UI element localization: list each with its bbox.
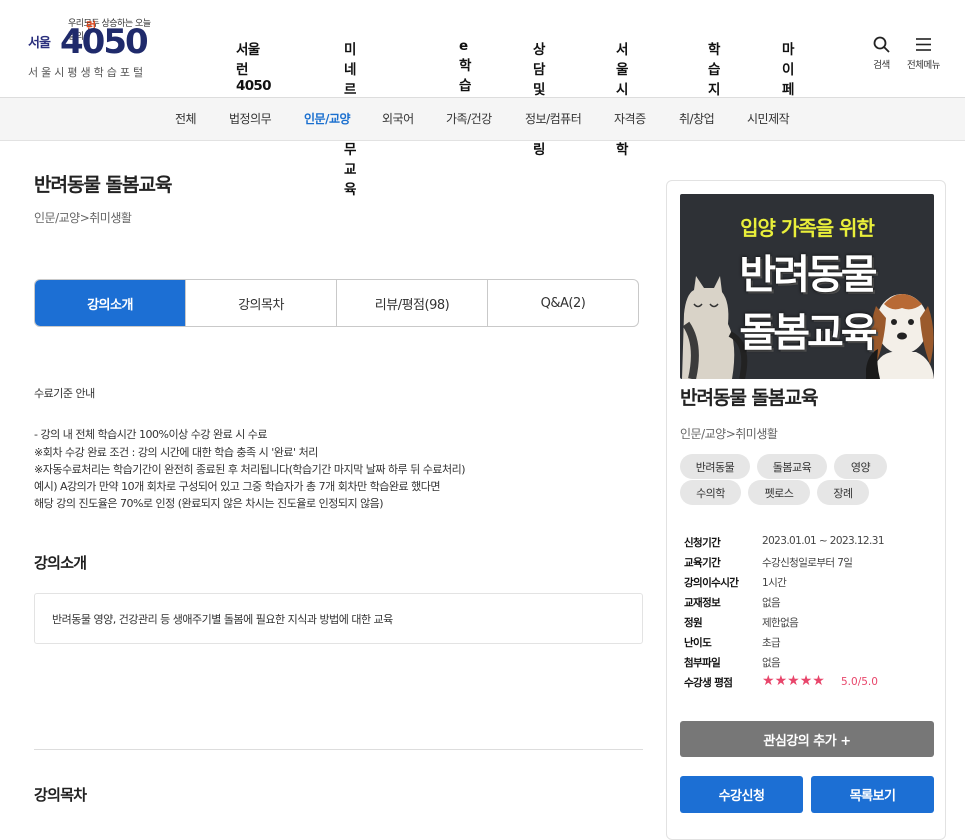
info-label: 강의이수시간: [684, 577, 739, 589]
course-tabs: 강의소개 강의목차 리뷰/평점(98) Q&A(2): [34, 279, 639, 327]
search-icon: [873, 36, 890, 53]
category-certificate[interactable]: 자격증: [614, 110, 646, 127]
notice-line: ※자동수료처리는 학습기간이 완전히 종료된 후 처리됩니다(학습기간 마지막 …: [34, 463, 466, 476]
star-icon: ★: [812, 673, 825, 689]
category-career[interactable]: 취/창업: [679, 110, 715, 127]
search-button[interactable]: 검색: [873, 36, 890, 71]
site-header: 우리모두 상승하는 오늘날의 서울 런 4050 서울시평생학습포털 서울런40…: [0, 0, 965, 198]
rating-value: 5.0/5.0: [841, 676, 878, 688]
info-value: 없음: [762, 657, 781, 669]
info-value: 1시간: [762, 577, 787, 589]
sidebar-breadcrumb: 인문/교양>취미생활: [680, 427, 778, 441]
thumb-line-1: 입양 가족을 위한: [740, 216, 875, 240]
all-menu-label: 전체메뉴: [907, 60, 940, 71]
hamburger-icon: [915, 38, 931, 51]
rating-stars: ★★★★★: [762, 673, 825, 689]
notice-line: 예시) A강의가 만약 10개 회차로 구성되어 있고 그중 학습자가 총 7개…: [34, 480, 440, 493]
sidebar-title: 반려동물 돌봄교육: [680, 387, 818, 409]
logo-number: 4050: [60, 22, 149, 62]
notice-line: - 강의 내 전체 학습시간 100%이상 수강 완료 시 수료: [34, 428, 268, 441]
page-title: 반려동물 돌봄교육: [34, 174, 172, 196]
toc-heading: 강의목차: [34, 786, 87, 804]
search-label: 검색: [873, 60, 890, 71]
category-all[interactable]: 전체: [175, 110, 197, 127]
star-icon: ★: [799, 673, 813, 689]
info-label: 난이도: [684, 637, 712, 649]
intro-text: 반려동물 영양, 건강관리 등 생애주기별 돌봄에 필요한 지식과 방법에 대한…: [52, 613, 393, 626]
category-humanities[interactable]: 인문/교양: [304, 110, 351, 127]
info-value: 제한없음: [762, 617, 799, 629]
category-language[interactable]: 외국어: [382, 110, 414, 127]
intro-box: 반려동물 영양, 건강관리 등 생애주기별 돌봄에 필요한 지식과 방법에 대한…: [34, 593, 643, 644]
notice-line: 해당 강의 진도율은 70%로 인정 (완료되지 않은 차시는 진도율로 인정되…: [34, 497, 384, 510]
info-label: 정원: [684, 617, 703, 629]
star-icon: ★: [787, 673, 800, 689]
course-thumbnail: 입양 가족을 위한 반려동물 돌봄교육: [680, 194, 934, 379]
star-icon: ★: [762, 673, 775, 689]
info-value: 초급: [762, 637, 781, 649]
apply-button[interactable]: 수강신청: [680, 776, 803, 813]
info-label: 수강생 평점: [684, 677, 733, 689]
info-label: 신청기간: [684, 537, 721, 549]
add-wishlist-button[interactable]: 관심강의 추가 +: [680, 721, 934, 757]
category-it[interactable]: 정보/컴퓨터: [525, 110, 582, 127]
site-logo[interactable]: 우리모두 상승하는 오늘날의 서울 런 4050 서울시평생학습포털: [28, 14, 153, 80]
tag-chip[interactable]: 반려동물: [680, 454, 750, 479]
tab-intro[interactable]: 강의소개: [35, 280, 185, 326]
category-family-health[interactable]: 가족/건강: [446, 110, 492, 127]
logo-seoul: 서울: [28, 36, 51, 51]
category-citizen-made[interactable]: 시민제작: [747, 110, 790, 127]
tag-chip[interactable]: 영양: [834, 454, 887, 479]
tag-chip[interactable]: 수의학: [680, 480, 741, 505]
category-nav: 전체 법정의무 인문/교양 외국어 가족/건강 정보/컴퓨터 자격증 취/창업 …: [0, 98, 965, 141]
tag-chip[interactable]: 돌봄교육: [757, 454, 827, 479]
list-button[interactable]: 목록보기: [811, 776, 934, 813]
info-value: 없음: [762, 597, 781, 609]
intro-heading: 강의소개: [34, 554, 87, 572]
info-value: 수강신청일로부터 7일: [762, 557, 853, 569]
star-icon: ★: [774, 673, 788, 689]
tab-toc[interactable]: 강의목차: [185, 280, 336, 326]
notice-line: ※회차 수강 완료 조건 : 강의 시간에 대한 학습 충족 시 '완료' 처리: [34, 446, 318, 459]
breadcrumb: 인문/교양>취미생활: [34, 211, 132, 225]
info-label: 첨부파일: [684, 657, 721, 669]
divider: [34, 749, 643, 750]
tag-chip[interactable]: 장례: [817, 480, 869, 505]
thumb-line-3: 돌봄교육: [739, 310, 877, 356]
tag-chip[interactable]: 펫로스: [748, 480, 810, 505]
tab-qna[interactable]: Q&A(2): [487, 280, 638, 326]
thumb-line-2: 반려동물: [739, 252, 877, 298]
info-label: 교재정보: [684, 597, 721, 609]
info-label: 교육기간: [684, 557, 721, 569]
notice-heading: 수료기준 안내: [34, 387, 95, 400]
info-value: 2023.01.01 ~ 2023.12.31: [762, 535, 885, 547]
logo-subtitle: 서울시평생학습포털: [28, 66, 147, 79]
category-legal[interactable]: 법정의무: [229, 110, 272, 127]
tab-reviews[interactable]: 리뷰/평점(98): [336, 280, 487, 326]
all-menu-button[interactable]: 전체메뉴: [907, 36, 940, 71]
